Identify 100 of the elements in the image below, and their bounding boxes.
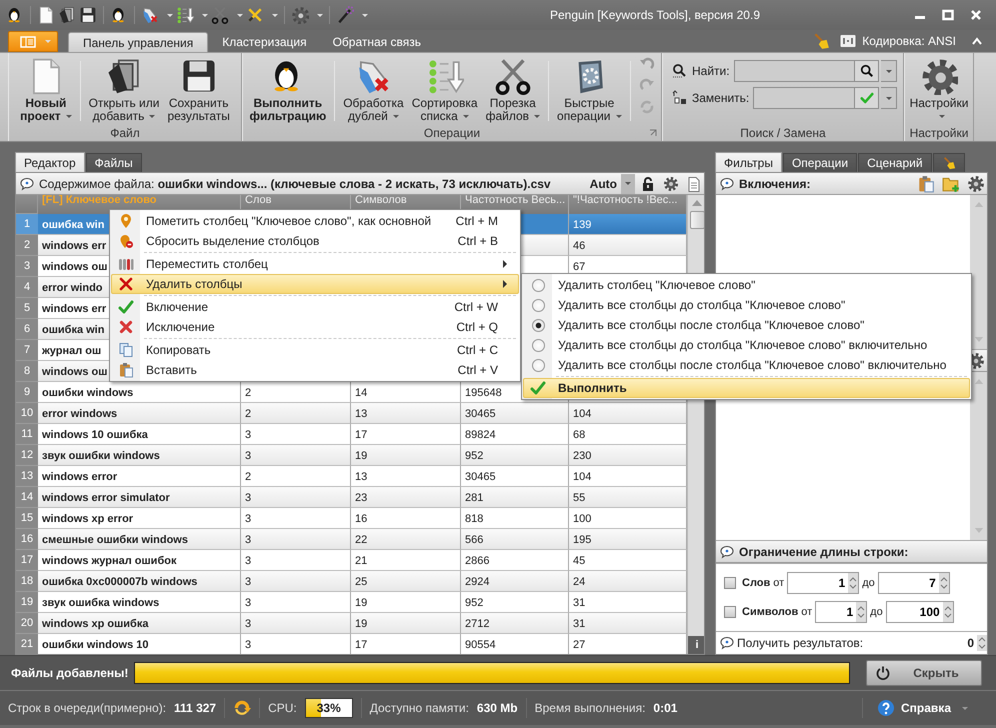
to-label: до — [870, 606, 883, 618]
app-menu-button[interactable] — [8, 31, 58, 52]
number-field[interactable]: 100 — [886, 601, 954, 623]
broom-icon[interactable] — [812, 32, 830, 50]
documents-icon[interactable] — [58, 6, 76, 24]
row-number: 15 — [16, 508, 38, 529]
ribbon-button[interactable]: Новый проект — [16, 57, 76, 123]
help-bubble-icon[interactable] — [720, 176, 734, 190]
help-button[interactable]: Справка — [871, 699, 974, 717]
ribbon-button[interactable]: Порезка файлов — [482, 57, 544, 123]
group-label: Операции — [424, 126, 480, 140]
hide-button[interactable]: Скрыть — [866, 660, 982, 686]
replace-icon — [671, 90, 689, 106]
scissors-icon[interactable] — [211, 6, 229, 24]
submenu-arrow-icon — [502, 280, 508, 288]
gear-icon[interactable] — [291, 6, 309, 24]
status-label: Время выполнения: — [534, 701, 646, 715]
number-input[interactable]: 7 — [878, 575, 939, 591]
menu-item[interactable]: Удалить все столбцы до столбца "Ключевое слово" — [523, 295, 970, 315]
tags-icon[interactable] — [141, 6, 159, 24]
search-field[interactable] — [734, 60, 855, 82]
gear-icon[interactable] — [967, 174, 985, 192]
menu-item[interactable]: Удалить столбцы — [111, 274, 519, 294]
sort-list-icon[interactable] — [176, 6, 194, 24]
ribbon-tab[interactable]: Кластеризация — [210, 32, 319, 52]
search-button[interactable] — [855, 60, 879, 82]
scissors-icon — [494, 57, 532, 95]
number-input[interactable]: 1 — [816, 604, 856, 620]
panel-icon — [20, 36, 36, 48]
ribbon-tab[interactable]: Обратная связь — [320, 32, 433, 52]
row-number: 3 — [16, 256, 38, 277]
radio-button[interactable] — [532, 298, 544, 312]
menu-item[interactable]: Удалить все столбцы после столбца "Ключевое слово" включительно — [523, 355, 970, 375]
checkbox[interactable] — [724, 606, 736, 618]
ribbon-button[interactable]: Сохранить результаты — [163, 57, 234, 123]
ribbon-button[interactable]: Открыть или добавить — [84, 57, 164, 123]
info-button[interactable]: i — [688, 636, 704, 654]
menu-item[interactable]: Удалить столбец "Ключевое слово" — [523, 275, 970, 295]
gear-icon[interactable] — [663, 176, 679, 192]
ribbon-button[interactable]: Сортировка списка — [408, 57, 482, 123]
close-icon[interactable] — [970, 9, 982, 21]
tools-icon[interactable] — [246, 6, 264, 24]
radio-button[interactable] — [532, 338, 544, 352]
radio-button[interactable] — [532, 278, 544, 292]
lock-icon[interactable] — [640, 176, 656, 192]
filter-tab[interactable]: Операции — [782, 153, 858, 172]
number-input[interactable]: 100 — [886, 604, 943, 620]
ribbon-button[interactable]: Обработка дублей — [339, 57, 408, 123]
ribbon-button[interactable]: Выполнить фильтрацию — [245, 57, 330, 123]
filter-tab[interactable]: Фильтры — [715, 152, 782, 172]
radio-button[interactable] — [532, 358, 544, 372]
row-number: 8 — [16, 361, 38, 382]
paste-icon[interactable] — [917, 174, 935, 192]
apply-button[interactable] — [855, 87, 879, 109]
power-icon — [875, 665, 891, 681]
refresh-icon[interactable] — [233, 699, 252, 717]
replace-field[interactable] — [753, 87, 855, 109]
ribbon-button[interactable]: Настройки — [905, 57, 973, 123]
help-bubble-icon[interactable] — [720, 544, 734, 558]
collapse-icon[interactable] — [972, 37, 982, 45]
menu-item[interactable]: Выполнить — [523, 378, 970, 398]
ribbon-tab[interactable]: Панель управления — [68, 32, 208, 52]
number-input[interactable]: 1 — [788, 575, 848, 591]
number-field[interactable]: 1 — [787, 572, 860, 594]
document-icon[interactable] — [37, 6, 55, 24]
radio-button[interactable] — [532, 318, 544, 332]
dropdown-button[interactable] — [881, 60, 897, 82]
menu-item[interactable]: Удалить все столбцы до столбца "Ключевое слово" включительно — [523, 335, 970, 355]
limit-label: Символов — [742, 606, 798, 618]
broom-tab[interactable] — [932, 153, 965, 172]
columns-icon — [118, 256, 134, 272]
number-field[interactable]: 7 — [878, 572, 950, 594]
checkbox[interactable] — [724, 577, 736, 589]
spinner-icon[interactable] — [977, 635, 987, 651]
help-bubble-icon[interactable] — [20, 176, 34, 190]
ribbon-button[interactable]: Быстрые операции — [553, 57, 626, 123]
mode-dropdown[interactable]: Auto — [586, 174, 635, 194]
editor-tab[interactable]: Файлы — [86, 153, 142, 172]
editor-tab[interactable]: Редактор — [15, 152, 85, 172]
spinner-icon[interactable] — [942, 602, 953, 622]
filter-tab[interactable]: Сценарий — [858, 153, 932, 172]
dialog-launcher-icon[interactable] — [649, 129, 657, 137]
help-bubble-icon[interactable] — [720, 636, 734, 650]
paste-icon — [118, 362, 134, 378]
menu-item[interactable]: Удалить все столбцы после столбца "Ключевое слово" — [523, 315, 970, 335]
spinner-icon[interactable] — [856, 602, 866, 622]
spinner-icon[interactable] — [848, 573, 858, 593]
number-field[interactable]: 1 — [815, 601, 868, 623]
spinner-icon[interactable] — [938, 573, 949, 593]
wand-icon[interactable] — [336, 6, 354, 24]
submenu-arrow-icon — [502, 260, 508, 268]
document-icon[interactable] — [686, 176, 702, 192]
broom-icon — [942, 156, 956, 170]
row-number: 20 — [16, 613, 38, 634]
row-number: 19 — [16, 592, 38, 613]
results-label: Получить результатов: — [737, 636, 864, 650]
scroll-thumb[interactable] — [690, 211, 704, 229]
maximize-icon[interactable] — [942, 9, 954, 21]
cross-icon — [118, 319, 134, 335]
dropdown-button[interactable] — [881, 87, 897, 109]
